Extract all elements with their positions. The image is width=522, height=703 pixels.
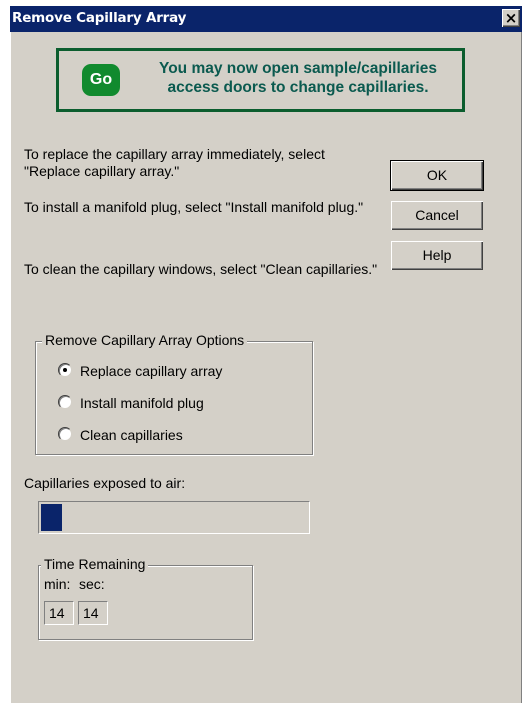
- instruction-replace: To replace the capillary array immediate…: [24, 146, 325, 179]
- help-button[interactable]: Help: [391, 241, 483, 270]
- option-label: Clean capillaries: [80, 427, 183, 443]
- options-legend: Remove Capillary Array Options: [42, 332, 248, 349]
- seconds-label: sec:: [79, 576, 105, 592]
- instruction-manifold-plug: To install a manifold plug, select "Inst…: [24, 199, 364, 215]
- minutes-value: 14: [44, 601, 74, 625]
- option-clean-capillaries[interactable]: Clean capillaries: [58, 426, 183, 444]
- option-label: Replace capillary array: [80, 363, 223, 379]
- title-bar[interactable]: Remove Capillary Array ×: [10, 6, 522, 32]
- options-group: Remove Capillary Array Options Replace c…: [35, 332, 313, 455]
- access-doors-notice: Go You may now open sample/capillaries a…: [56, 48, 465, 112]
- radio-selected-icon[interactable]: [58, 363, 72, 377]
- notice-message: You may now open sample/capillaries acce…: [159, 60, 437, 96]
- instruction-clean: To clean the capillary windows, select "…: [24, 261, 378, 277]
- remove-capillary-array-dialog: Remove Capillary Array × Go You may now …: [10, 6, 522, 703]
- radio-icon[interactable]: [58, 427, 72, 441]
- exposure-progress-bar: [38, 501, 310, 534]
- cancel-button[interactable]: Cancel: [391, 201, 483, 230]
- option-replace-capillary-array[interactable]: Replace capillary array: [58, 362, 222, 380]
- time-remaining-group: Time Remaining min: sec: 14 14: [38, 556, 253, 640]
- minutes-label: min:: [44, 576, 71, 592]
- go-badge: Go: [82, 64, 120, 96]
- progress-fill: [41, 504, 62, 531]
- option-install-manifold-plug[interactable]: Install manifold plug: [58, 394, 204, 412]
- option-label: Install manifold plug: [80, 395, 204, 411]
- time-remaining-legend: Time Remaining: [41, 556, 149, 573]
- seconds-value: 14: [78, 601, 108, 625]
- radio-icon[interactable]: [58, 395, 72, 409]
- close-icon[interactable]: ×: [502, 9, 520, 27]
- exposure-label: Capillaries exposed to air:: [24, 475, 186, 491]
- window-title: Remove Capillary Array: [12, 10, 187, 26]
- ok-button[interactable]: OK: [390, 160, 484, 191]
